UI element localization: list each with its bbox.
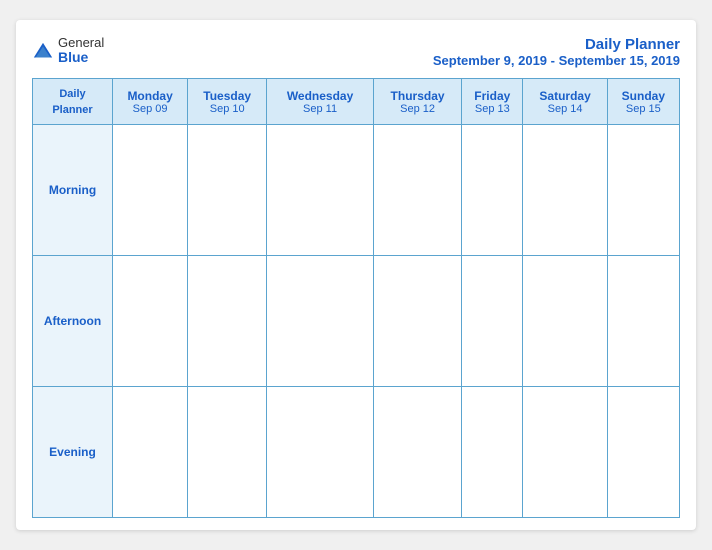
cell-afternoon-tuesday[interactable] xyxy=(188,256,267,387)
logo-text: General Blue xyxy=(58,36,104,66)
cell-evening-saturday[interactable] xyxy=(523,387,607,518)
cell-afternoon-thursday[interactable] xyxy=(373,256,461,387)
cell-afternoon-wednesday[interactable] xyxy=(267,256,374,387)
header-label-col: Daily Planner xyxy=(33,79,113,125)
logo-general-text: General xyxy=(58,36,104,50)
col-header-monday: Monday Sep 09 xyxy=(113,79,188,125)
logo-area: General Blue xyxy=(32,36,104,66)
cell-evening-monday[interactable] xyxy=(113,387,188,518)
row-label-morning: Morning xyxy=(33,125,113,256)
cell-evening-tuesday[interactable] xyxy=(188,387,267,518)
title-area: Daily Planner September 9, 2019 - Septem… xyxy=(433,36,680,68)
row-label-afternoon: Afternoon xyxy=(33,256,113,387)
header: General Blue Daily Planner September 9, … xyxy=(32,36,680,68)
cell-evening-sunday[interactable] xyxy=(607,387,679,518)
cell-afternoon-saturday[interactable] xyxy=(523,256,607,387)
row-afternoon: Afternoon xyxy=(33,256,680,387)
cell-evening-wednesday[interactable] xyxy=(267,387,374,518)
cell-afternoon-friday[interactable] xyxy=(462,256,523,387)
col-header-friday: Friday Sep 13 xyxy=(462,79,523,125)
row-label-evening: Evening xyxy=(33,387,113,518)
cell-afternoon-monday[interactable] xyxy=(113,256,188,387)
row-morning: Morning xyxy=(33,125,680,256)
planner-container: General Blue Daily Planner September 9, … xyxy=(16,20,696,530)
cell-afternoon-sunday[interactable] xyxy=(607,256,679,387)
col-header-sunday: Sunday Sep 15 xyxy=(607,79,679,125)
cell-evening-friday[interactable] xyxy=(462,387,523,518)
cell-morning-monday[interactable] xyxy=(113,125,188,256)
cell-evening-thursday[interactable] xyxy=(373,387,461,518)
logo-blue-text: Blue xyxy=(58,50,104,65)
cell-morning-sunday[interactable] xyxy=(607,125,679,256)
col-header-tuesday: Tuesday Sep 10 xyxy=(188,79,267,125)
col-header-saturday: Saturday Sep 14 xyxy=(523,79,607,125)
col-header-wednesday: Wednesday Sep 11 xyxy=(267,79,374,125)
planner-title: Daily Planner xyxy=(433,36,680,53)
col-header-thursday: Thursday Sep 12 xyxy=(373,79,461,125)
calendar-table: Daily Planner Monday Sep 09 Tuesday Sep … xyxy=(32,78,680,518)
cell-morning-thursday[interactable] xyxy=(373,125,461,256)
planner-date-range: September 9, 2019 - September 15, 2019 xyxy=(433,53,680,68)
cell-morning-wednesday[interactable] xyxy=(267,125,374,256)
row-evening: Evening xyxy=(33,387,680,518)
cell-morning-saturday[interactable] xyxy=(523,125,607,256)
header-row: Daily Planner Monday Sep 09 Tuesday Sep … xyxy=(33,79,680,125)
logo-icon xyxy=(32,41,54,63)
cell-morning-friday[interactable] xyxy=(462,125,523,256)
cell-morning-tuesday[interactable] xyxy=(188,125,267,256)
